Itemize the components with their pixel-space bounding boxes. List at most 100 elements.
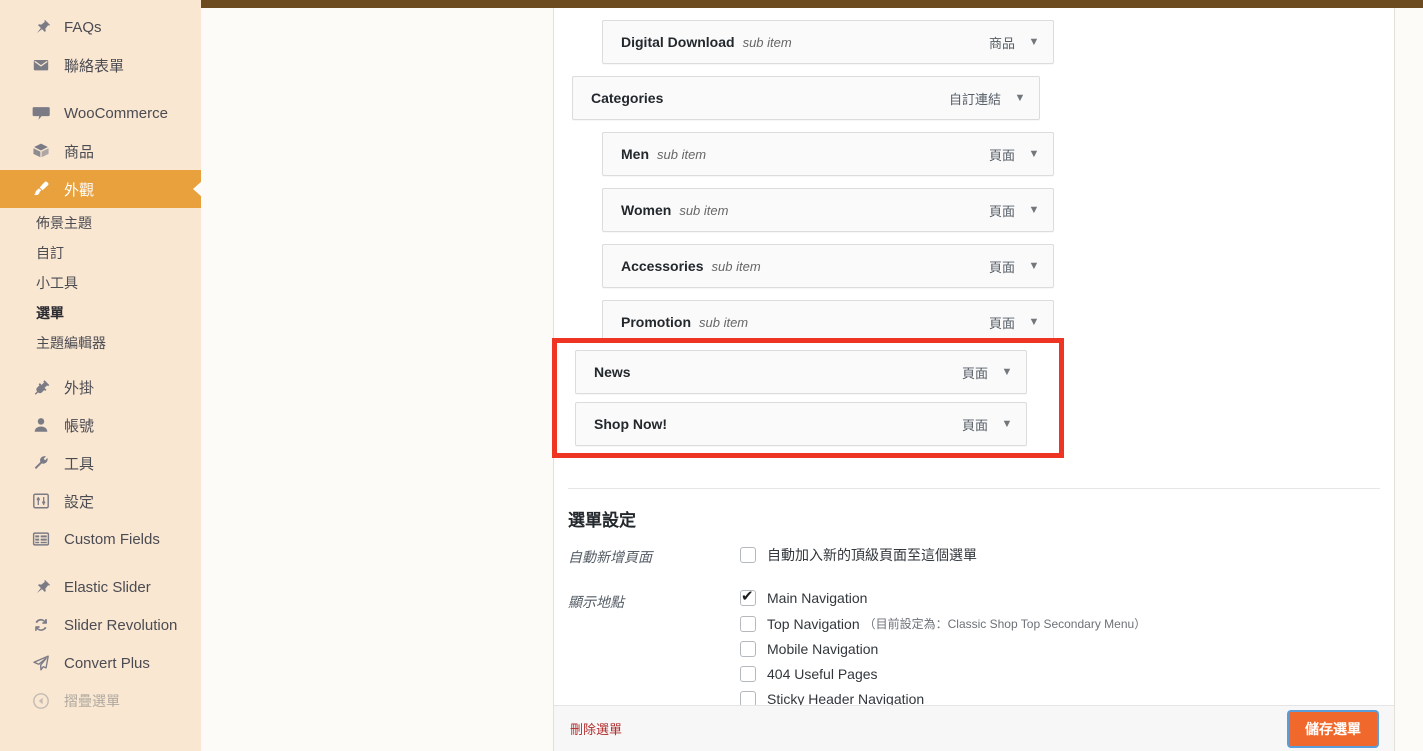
menu-item-row[interactable]: Accessories sub item 頁面 ▼	[602, 244, 1054, 288]
auto-add-pages-option-label: 自動加入新的頂級頁面至這個選單	[767, 547, 977, 563]
admin-top-bar	[0, 0, 1423, 8]
menu-item-type-label: 自訂連結	[948, 91, 1001, 107]
display-location-checkbox[interactable]	[740, 615, 756, 632]
menu-settings-section: 選單設定 自動新增頁面 自動加入新的頂級頁面至這個選單 顯示地點 Main Na…	[568, 506, 1380, 722]
sidebar-item-19[interactable]: Slider Revolution	[0, 606, 201, 644]
sidebar-item-12[interactable]: 外掛	[0, 368, 201, 406]
sidebar-item-label: Convert Plus	[64, 654, 150, 672]
display-location-checkbox[interactable]	[740, 587, 756, 606]
menu-item-row[interactable]: Digital Download sub item 商品 ▼	[602, 20, 1054, 64]
sidebar-subitem-label: 選單	[36, 305, 64, 321]
menu-editor-footer: 刪除選單 儲存選單	[554, 705, 1394, 751]
display-location-label: 顯示地點	[568, 594, 624, 610]
chevron-down-icon[interactable]: ▼	[1015, 148, 1053, 160]
menu-item-sub-label: sub item	[679, 202, 729, 218]
sidebar-item-13[interactable]: 帳號	[0, 406, 201, 444]
menu-item-type-label: 頁面	[988, 147, 1015, 163]
sidebar-subitem-10[interactable]: 主題編輯器	[0, 328, 201, 358]
menu-item-title: Categories	[591, 90, 664, 106]
sidebar-item-16[interactable]: Custom Fields	[0, 520, 201, 558]
display-location-checkbox[interactable]	[740, 641, 756, 657]
sidebar-item-label: WooCommerce	[64, 104, 168, 122]
menu-item-type-label: 頁面	[988, 315, 1015, 331]
refresh-icon	[30, 614, 52, 636]
display-location-option-label: 404 Useful Pages	[767, 666, 878, 682]
fields-icon	[30, 528, 52, 550]
plug-icon	[30, 376, 52, 398]
sidebar-item-label: 外觀	[64, 181, 95, 199]
display-location-option-note: （目前設定為：Classic Shop Top Secondary Menu）	[863, 617, 1147, 631]
sidebar-item-15[interactable]: 設定	[0, 482, 201, 520]
auto-add-pages-row: 自動新增頁面 自動加入新的頂級頁面至這個選單	[568, 545, 1380, 574]
chevron-down-icon[interactable]: ▼	[1015, 316, 1053, 328]
sidebar-item-4[interactable]: 商品	[0, 132, 201, 170]
menu-item-title: Men	[621, 146, 649, 162]
sidebar-item-label: 帳號	[64, 417, 95, 435]
sidebar-item-1[interactable]: 聯絡表單	[0, 46, 201, 84]
pin-icon	[30, 576, 52, 598]
sidebar-item-18[interactable]: Elastic Slider	[0, 568, 201, 606]
sidebar-subitem-6[interactable]: 佈景主題	[0, 208, 201, 238]
sidebar-subitem-label: 小工具	[36, 275, 78, 291]
sidebar-subitem-7[interactable]: 自訂	[0, 238, 201, 268]
sidebar-item-5[interactable]: 外觀	[0, 170, 202, 208]
highlighted-menu-item-row[interactable]: News 頁面 ▼	[575, 350, 1027, 394]
chevron-down-icon[interactable]: ▼	[1001, 92, 1039, 104]
sidebar-item-label: 摺疊選單	[64, 693, 120, 709]
display-location-checkbox[interactable]	[740, 666, 756, 682]
display-location-option-label: Main Navigation	[767, 590, 868, 606]
chevron-down-icon[interactable]: ▼	[1015, 36, 1053, 48]
display-location-option[interactable]: Mobile Navigation	[740, 641, 1380, 657]
sidebar-item-label: 聯絡表單	[64, 57, 125, 75]
sidebar-item-0[interactable]: FAQs	[0, 8, 201, 46]
sidebar-item-3[interactable]: WooCommerce	[0, 94, 201, 132]
woo-icon	[30, 102, 52, 124]
display-location-option-label: Mobile Navigation	[767, 641, 879, 657]
menu-item-sub-label: sub item	[711, 258, 761, 274]
chevron-down-icon[interactable]: ▼	[988, 418, 1026, 430]
collapse-arrow-icon	[30, 690, 52, 712]
menu-item-row[interactable]: Women sub item 頁面 ▼	[602, 188, 1054, 232]
menu-structure-list: Digital Download sub item 商品 ▼ Categories 自訂連…	[554, 8, 1396, 356]
sidebar-item-20[interactable]: Convert Plus	[0, 644, 201, 682]
sidebar-item-label: FAQs	[64, 18, 102, 36]
menu-item-type-label: 商品	[988, 35, 1015, 51]
delete-menu-link[interactable]: 刪除選單	[570, 719, 622, 738]
sidebar-item-21[interactable]: 摺疊選單	[0, 682, 201, 720]
menu-item-row[interactable]: Categories 自訂連結 ▼	[572, 76, 1040, 120]
box-icon	[30, 140, 52, 162]
display-location-option[interactable]: Main Navigation	[740, 587, 1380, 606]
sidebar-subitem-label: 自訂	[36, 245, 64, 261]
display-location-row: 顯示地點 Main Navigation Top Navigation（目前設定為…	[568, 587, 1380, 716]
display-location-option[interactable]: Top Navigation （目前設定為：Classic Shop Top Se…	[740, 615, 1380, 632]
menu-settings-heading: 選單設定	[568, 511, 636, 530]
brush-icon	[30, 178, 52, 200]
menu-item-title: News	[594, 364, 631, 380]
menu-item-row[interactable]: Men sub item 頁面 ▼	[602, 132, 1054, 176]
sidebar-separator	[0, 84, 201, 94]
auto-add-pages-option[interactable]: 自動加入新的頂級頁面至這個選單	[740, 545, 1380, 565]
auto-add-pages-label: 自動新增頁面	[568, 549, 652, 565]
section-divider	[568, 488, 1380, 489]
chevron-down-icon[interactable]: ▼	[1015, 204, 1053, 216]
sidebar-subitem-9[interactable]: 選單	[0, 298, 201, 328]
sidebar-item-14[interactable]: 工具	[0, 444, 201, 482]
display-location-option[interactable]: 404 Useful Pages	[740, 666, 1380, 682]
highlighted-menu-item-row[interactable]: Shop Now! 頁面 ▼	[575, 402, 1027, 446]
sidebar-item-label: 商品	[64, 143, 95, 161]
menu-item-title: Digital Download	[621, 34, 735, 50]
sidebar-subitem-label: 佈景主題	[36, 215, 92, 231]
display-location-option-label: Top Navigation	[767, 615, 860, 632]
save-menu-button[interactable]: 儲存選單	[1288, 710, 1378, 747]
menu-item-title: Shop Now!	[594, 416, 668, 432]
menu-item-type-label: 頁面	[988, 203, 1015, 219]
chevron-down-icon[interactable]: ▼	[1015, 260, 1053, 272]
menu-item-type-label: 頁面	[961, 365, 988, 381]
user-icon	[30, 414, 52, 436]
sidebar-separator	[0, 558, 201, 568]
auto-add-pages-checkbox[interactable]	[740, 547, 756, 563]
sidebar-subitem-8[interactable]: 小工具	[0, 268, 201, 298]
menu-item-title: Women	[621, 202, 672, 218]
sidebar-item-label: 外掛	[64, 379, 95, 397]
chevron-down-icon[interactable]: ▼	[988, 366, 1026, 378]
